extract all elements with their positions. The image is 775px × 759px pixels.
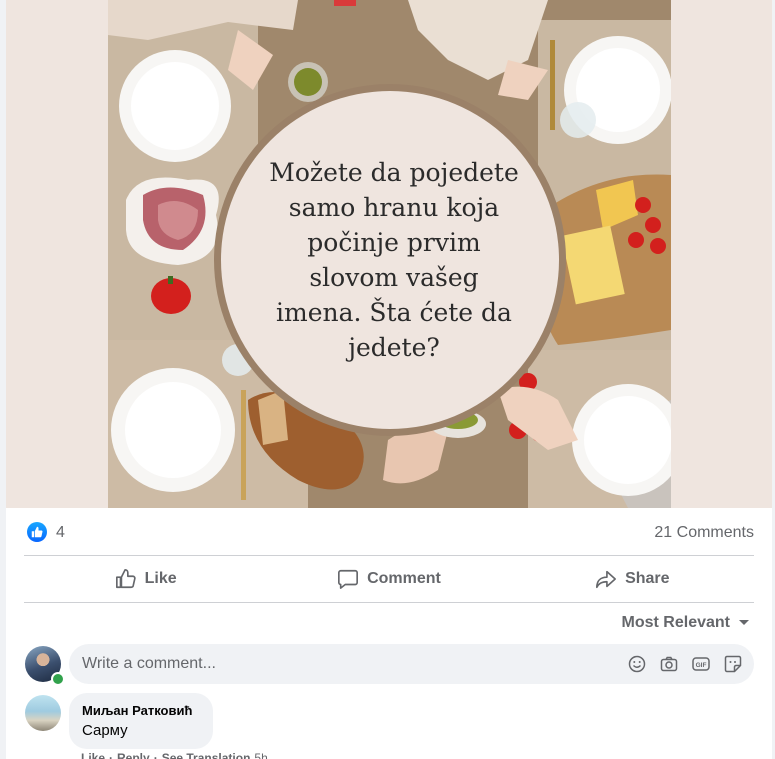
svg-text:GIF: GIF <box>696 662 707 669</box>
share-button[interactable]: Share <box>511 556 754 602</box>
comments-count-link[interactable]: 21 Comments <box>654 524 754 542</box>
comment-author[interactable]: Миљан Ратковић <box>82 703 192 718</box>
caption-line: samo hranu koja <box>288 193 500 222</box>
share-label: Share <box>625 570 670 587</box>
caret-down-icon <box>739 620 749 625</box>
composer-tools: GIF <box>628 655 742 673</box>
caption-line: počinje prvim <box>307 228 481 257</box>
comment-input-placeholder[interactable]: Write a comment... <box>82 655 628 673</box>
gif-icon[interactable]: GIF <box>692 655 710 673</box>
comment-label: Comment <box>367 570 441 587</box>
sticker-icon[interactable] <box>724 655 742 673</box>
caption-line: slovom vašeg <box>309 263 479 292</box>
emoji-icon[interactable] <box>628 655 646 673</box>
share-arrow-icon <box>596 570 617 589</box>
post-actions: Like Comment Share <box>24 556 754 603</box>
like-label: Like <box>144 570 177 587</box>
sort-label: Most Relevant <box>621 614 730 631</box>
caption-line: jedete? <box>348 333 440 362</box>
commenter-avatar[interactable] <box>25 695 61 731</box>
comment-bubble: Миљан Ратковић Сарму <box>69 693 213 749</box>
caption-line: Možete da pojedete <box>269 158 519 187</box>
comment-like-link[interactable]: Like <box>81 751 105 759</box>
online-status-dot <box>51 672 65 686</box>
comment-bubble-icon <box>338 569 359 589</box>
see-translation-link[interactable]: See Translation <box>162 751 251 759</box>
post-image[interactable]: Možete da pojedete samo hranu koja počin… <box>6 0 772 508</box>
thumb-up-icon <box>115 569 136 589</box>
separator-dot: · <box>109 751 114 759</box>
caption-line: imena. Šta ćete da <box>276 298 512 327</box>
post-image-caption: Možete da pojedete samo hranu koja počin… <box>259 155 529 365</box>
comment-reply-link[interactable]: Reply <box>117 751 150 759</box>
like-button[interactable]: Like <box>24 556 267 602</box>
comment-text: Сарму <box>82 722 128 739</box>
current-user-avatar[interactable] <box>25 646 65 686</box>
like-thumb-icon[interactable] <box>27 522 47 542</box>
comment-input[interactable]: Write a comment... GIF <box>69 644 754 684</box>
camera-icon[interactable] <box>660 655 678 673</box>
comment-button[interactable]: Comment <box>267 556 510 602</box>
separator-dot: · <box>153 751 158 759</box>
reactions-bar: 4 21 Comments <box>24 508 754 556</box>
post-card: Možete da pojedete samo hranu koja počin… <box>6 0 772 759</box>
comment-time[interactable]: 5h <box>254 751 267 759</box>
like-count[interactable]: 4 <box>56 524 65 542</box>
comment-actions: Like · Reply · See Translation 5h <box>81 751 268 759</box>
comment-sort-dropdown[interactable]: Most Relevant <box>622 614 750 632</box>
